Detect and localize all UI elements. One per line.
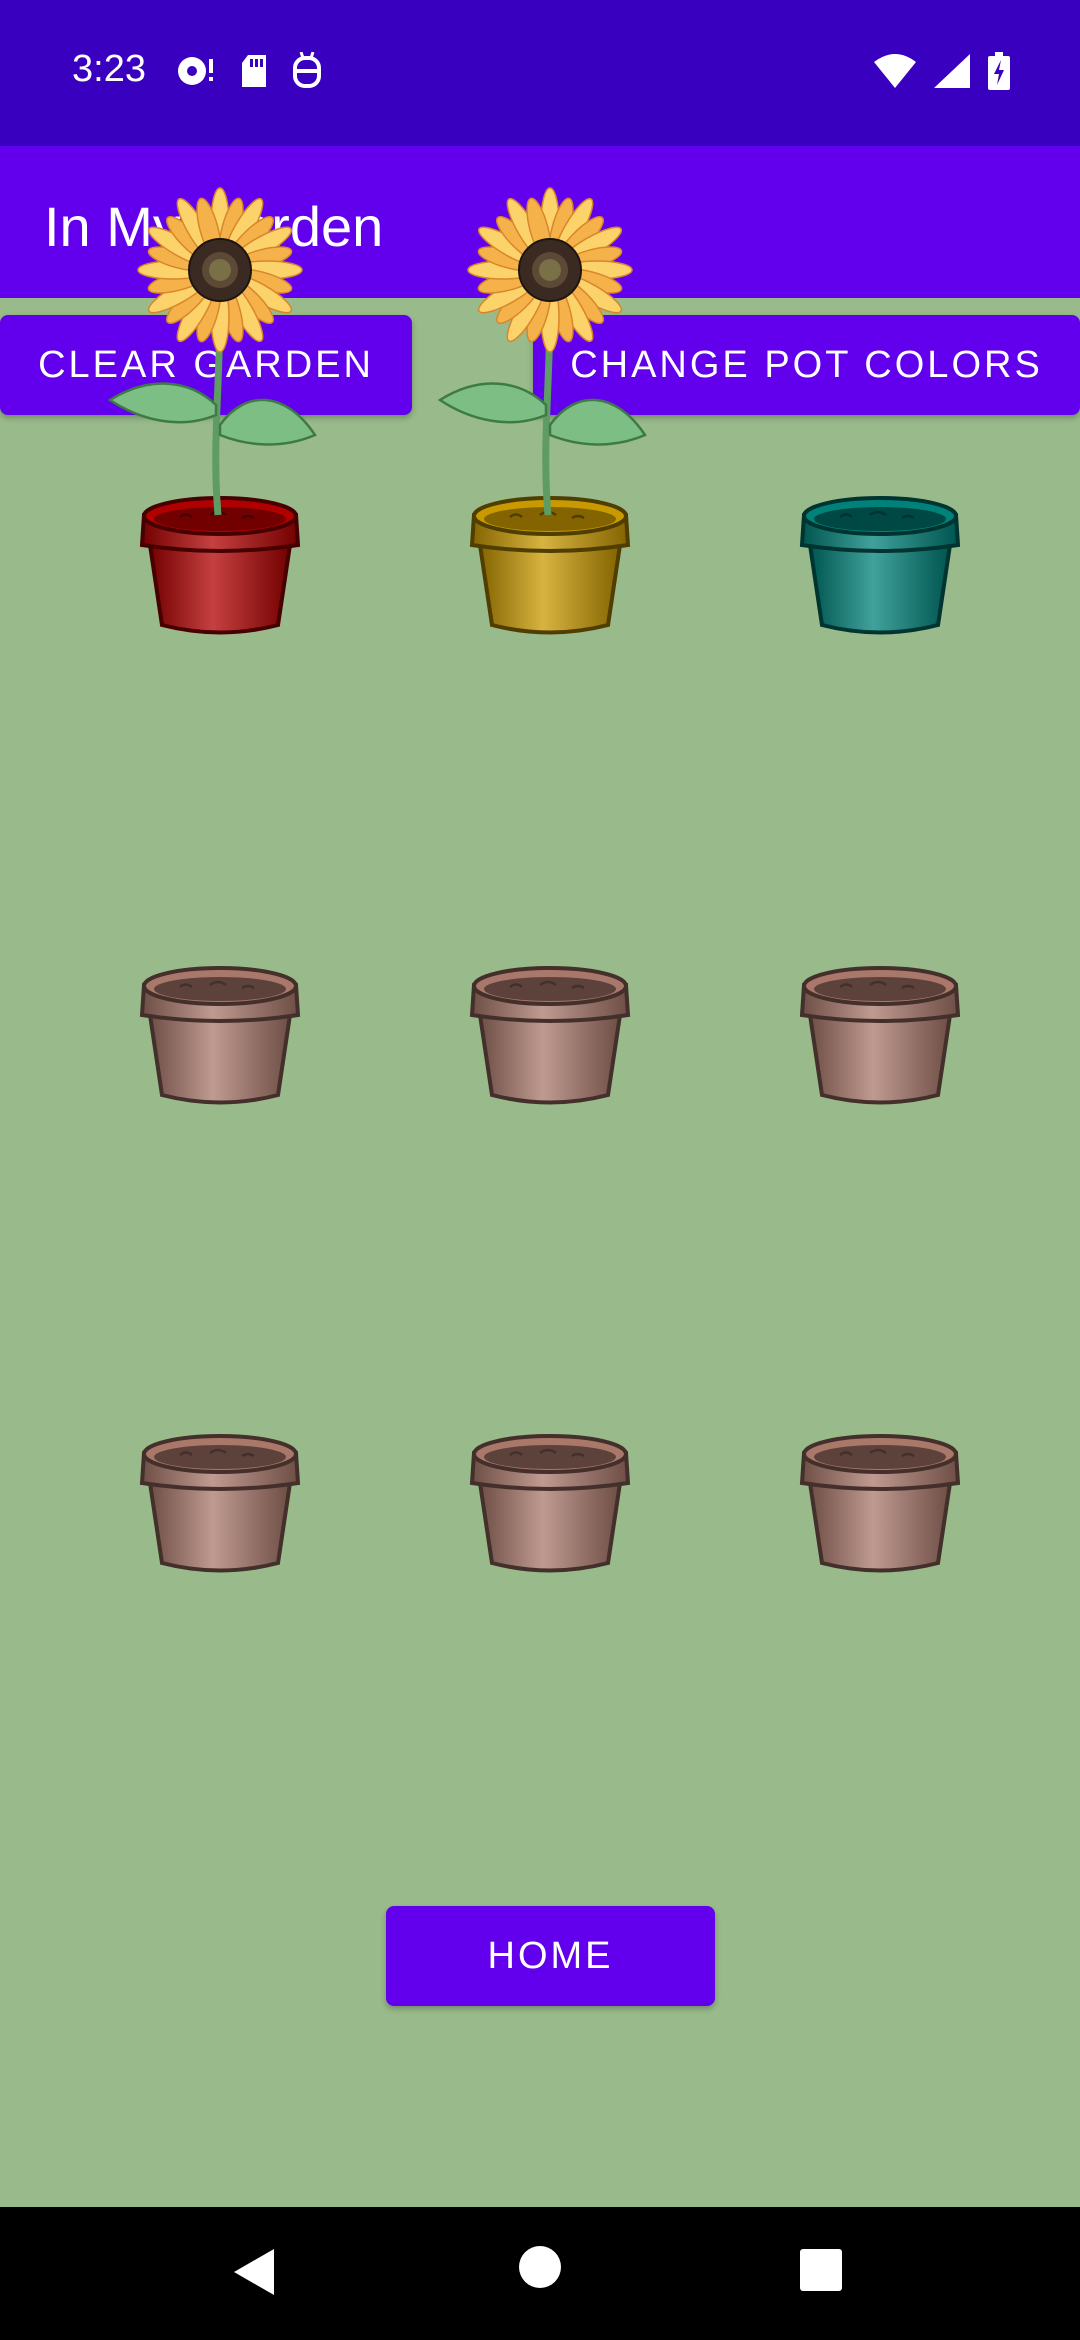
navigation-bar bbox=[0, 2207, 1080, 2340]
plot-graphic bbox=[469, 966, 631, 1105]
status-bar: 3:23 bbox=[0, 0, 1080, 146]
pot-icon bbox=[139, 1434, 301, 1573]
garden-plot[interactable] bbox=[70, 185, 370, 635]
plot-graphic bbox=[139, 1434, 301, 1573]
pot-icon bbox=[139, 966, 301, 1105]
plot-graphic bbox=[139, 966, 301, 1105]
pot-icon bbox=[799, 966, 961, 1105]
status-time: 3:23 bbox=[72, 48, 146, 90]
garden-plot[interactable] bbox=[70, 655, 370, 1105]
pot-icon bbox=[799, 496, 961, 635]
podcast-notification-icon bbox=[176, 53, 216, 89]
battery-charging-icon bbox=[988, 52, 1010, 90]
robot-debug-icon bbox=[292, 52, 322, 90]
pot-icon bbox=[469, 496, 631, 635]
wifi-icon bbox=[874, 54, 916, 88]
plot-graphic bbox=[107, 187, 317, 635]
sunflower-icon bbox=[437, 187, 647, 516]
back-icon[interactable] bbox=[232, 2247, 276, 2297]
plot-graphic bbox=[799, 1434, 961, 1573]
garden-plot[interactable] bbox=[400, 1123, 700, 1573]
plot-graphic bbox=[437, 187, 647, 635]
garden-plot[interactable] bbox=[730, 185, 1030, 635]
plot-graphic bbox=[469, 1434, 631, 1573]
garden-plot[interactable] bbox=[400, 655, 700, 1105]
status-icons-right bbox=[874, 52, 1010, 90]
pot-icon bbox=[139, 496, 301, 635]
status-icons-left bbox=[176, 52, 322, 90]
recents-icon[interactable] bbox=[800, 2249, 842, 2291]
garden-plot[interactable] bbox=[730, 655, 1030, 1105]
cell-signal-icon bbox=[934, 54, 970, 88]
plot-graphic bbox=[799, 496, 961, 635]
garden-plot[interactable] bbox=[730, 1123, 1030, 1573]
pot-icon bbox=[799, 1434, 961, 1573]
pot-icon bbox=[469, 1434, 631, 1573]
sd-card-icon bbox=[240, 53, 268, 89]
garden-plot[interactable] bbox=[400, 185, 700, 635]
garden-plot[interactable] bbox=[70, 1123, 370, 1573]
home-button[interactable]: HOME bbox=[386, 1906, 715, 2006]
plot-graphic bbox=[799, 966, 961, 1105]
pot-icon bbox=[469, 966, 631, 1105]
home-icon[interactable] bbox=[518, 2245, 562, 2289]
sunflower-icon bbox=[107, 187, 317, 516]
